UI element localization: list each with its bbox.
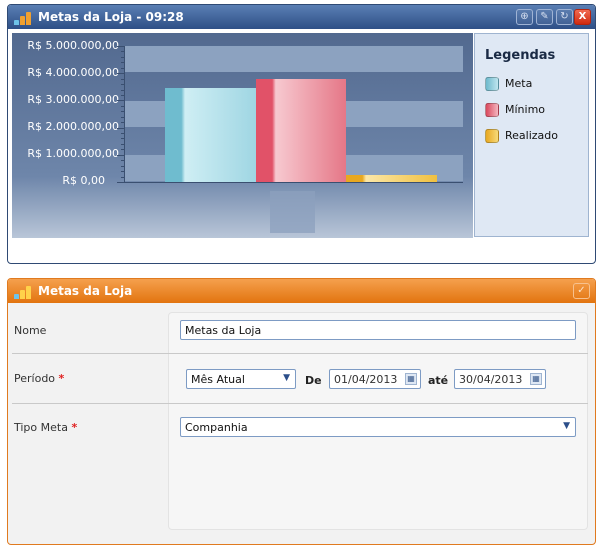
date-from-input[interactable]: 01/04/2013 ▦ <box>329 369 421 389</box>
refresh-icon[interactable]: ↻ <box>556 9 573 25</box>
legend-label: Mínimo <box>505 103 546 116</box>
de-label: De <box>305 374 322 387</box>
periodo-label-text: Período <box>14 372 56 385</box>
chart-widget: Metas da Loja - 09:28 ⊕ ✎ ↻ X R$ 5.000.0… <box>7 4 596 264</box>
nome-input[interactable]: Metas da Loja <box>180 320 576 340</box>
row-divider <box>12 353 588 354</box>
edit-icon[interactable]: ✎ <box>536 9 553 25</box>
expand-icon[interactable]: ⊕ <box>516 9 533 25</box>
bar-realizado <box>346 175 437 182</box>
periodo-select-value: Mês Atual <box>191 373 245 386</box>
date-from-value: 01/04/2013 <box>334 373 398 386</box>
y-tick-mark <box>121 166 125 167</box>
y-tick-mark <box>121 177 125 178</box>
y-tick-label: R$ 4.000.000,00 <box>27 66 119 79</box>
legend-title: Legendas <box>485 48 556 63</box>
chevron-down-icon: ▼ <box>283 373 290 383</box>
y-tick-mark <box>117 100 125 101</box>
y-tick-mark <box>121 68 125 69</box>
y-tick-mark <box>121 106 125 107</box>
required-marker: * <box>58 372 65 385</box>
periodo-select[interactable]: Mês Atual ▼ <box>186 369 296 389</box>
x-axis <box>124 182 463 183</box>
legend-label: Realizado <box>505 129 558 142</box>
row-divider <box>12 403 588 404</box>
ate-label: até <box>428 374 449 387</box>
y-tick-mark <box>117 128 125 129</box>
tipo-meta-value: Companhia <box>185 421 248 434</box>
y-tick-mark <box>121 160 125 161</box>
grid-stripe <box>124 46 463 72</box>
date-to-input[interactable]: 30/04/2013 ▦ <box>454 369 546 389</box>
y-tick-mark <box>121 51 125 52</box>
date-to-value: 30/04/2013 <box>459 373 523 386</box>
tipo-meta-select[interactable]: Companhia ▼ <box>180 417 576 437</box>
legend-swatch-meta <box>485 77 499 91</box>
periodo-label: Período * <box>14 372 64 385</box>
y-axis <box>124 46 125 182</box>
nome-label: Nome <box>14 324 47 337</box>
bar-chart-icon <box>14 285 36 299</box>
y-tick-label: R$ 1.000.000,00 <box>27 147 119 160</box>
y-tick-mark <box>117 46 125 47</box>
y-tick-mark <box>121 117 125 118</box>
y-tick-mark <box>121 133 125 134</box>
check-icon[interactable]: ✓ <box>573 283 590 299</box>
y-tick-mark <box>121 144 125 145</box>
y-tick-mark <box>121 111 125 112</box>
tipo-meta-label: Tipo Meta * <box>14 421 77 434</box>
bar-reflection <box>270 191 315 233</box>
tipo-meta-label-text: Tipo Meta <box>14 421 68 434</box>
form-widget: Metas da Loja ✓ Nome Metas da Loja Perío… <box>7 278 596 545</box>
required-marker: * <box>71 421 78 434</box>
y-tick-mark <box>121 84 125 85</box>
legend-label: Meta <box>505 77 533 90</box>
chart-widget-header[interactable]: Metas da Loja - 09:28 ⊕ ✎ ↻ X <box>8 5 595 29</box>
y-tick-mark <box>121 171 125 172</box>
y-tick-mark <box>121 90 125 91</box>
form-widget-title: Metas da Loja <box>38 284 133 298</box>
y-tick-mark <box>121 138 125 139</box>
legend-swatch-minimo <box>485 103 499 117</box>
chart-widget-title: Metas da Loja - 09:28 <box>38 10 184 24</box>
legend-swatch-realizado <box>485 129 499 143</box>
y-tick-mark <box>117 155 125 156</box>
calendar-icon[interactable]: ▦ <box>530 373 542 385</box>
form-widget-header[interactable]: Metas da Loja ✓ <box>8 279 595 303</box>
y-tick-label: R$ 2.000.000,00 <box>27 120 119 133</box>
y-tick-mark <box>121 122 125 123</box>
calendar-icon[interactable]: ▦ <box>405 373 417 385</box>
y-tick-mark <box>121 79 125 80</box>
chart-legend: Legendas Meta Mínimo Realizado <box>474 33 589 237</box>
y-tick-mark <box>121 57 125 58</box>
chart-plot-area: R$ 5.000.000,00 R$ 4.000.000,00 R$ 3.000… <box>12 33 473 238</box>
chevron-down-icon: ▼ <box>563 421 570 431</box>
y-tick-label: R$ 5.000.000,00 <box>27 39 119 52</box>
y-tick-label: R$ 3.000.000,00 <box>27 93 119 106</box>
y-tick-mark <box>121 62 125 63</box>
y-tick-mark <box>121 149 125 150</box>
bar-meta <box>165 88 256 182</box>
y-tick-mark <box>121 95 125 96</box>
bar-minimo <box>256 79 346 182</box>
bar-chart-icon <box>14 11 36 25</box>
y-tick-mark <box>117 182 125 183</box>
close-icon[interactable]: X <box>574 9 591 25</box>
y-tick-label: R$ 0,00 <box>62 174 105 187</box>
y-tick-mark <box>117 73 125 74</box>
